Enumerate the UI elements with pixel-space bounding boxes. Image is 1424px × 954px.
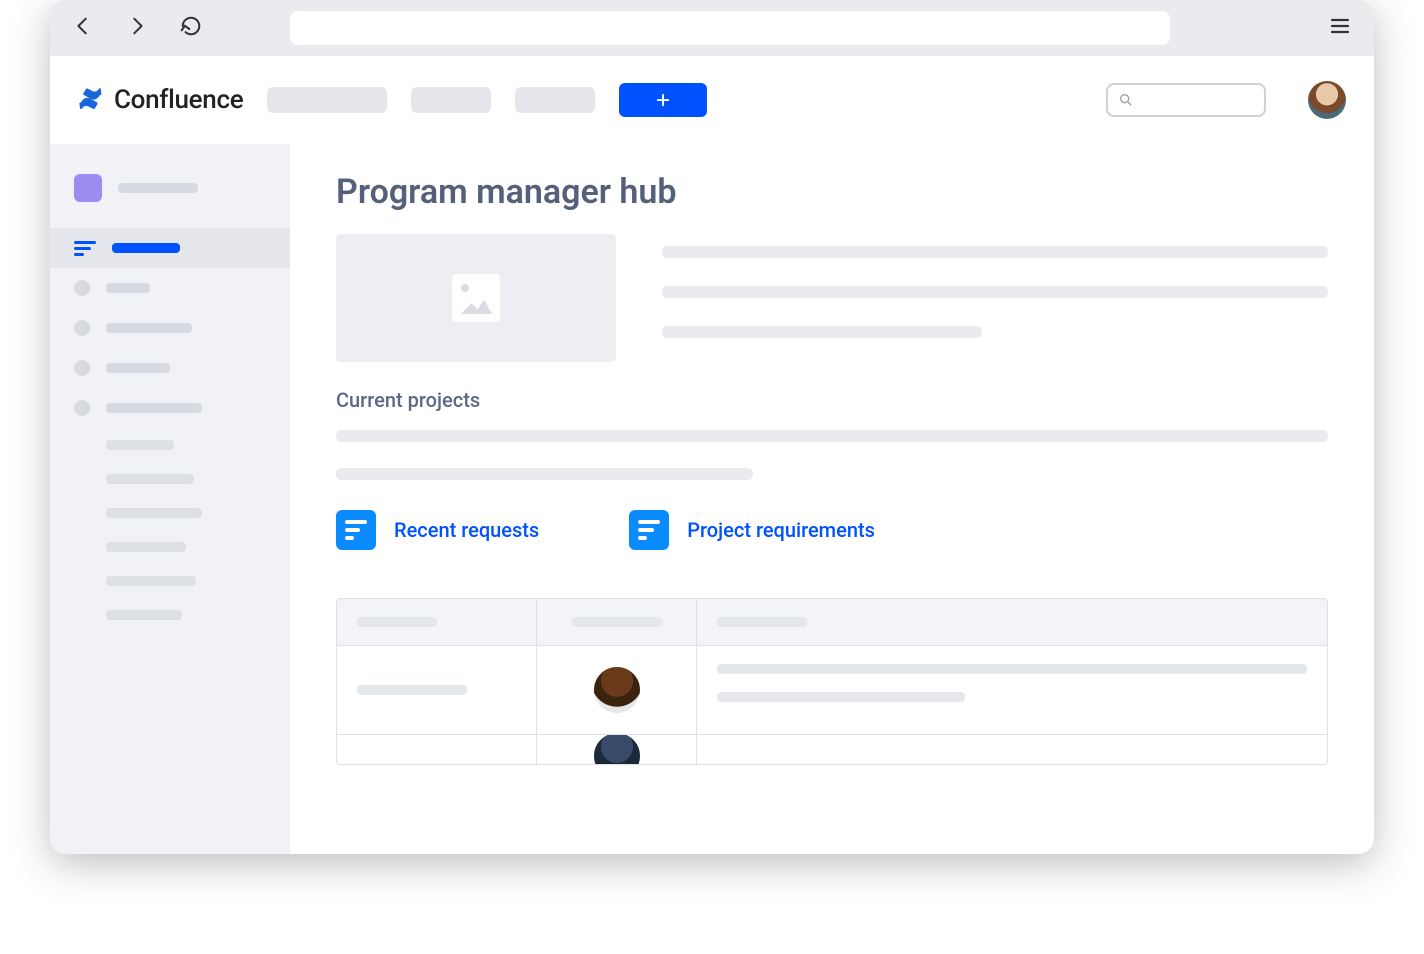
link-label: Project requirements (687, 518, 875, 542)
sidebar (50, 144, 290, 854)
app-body: Program manager hub Current projects (50, 144, 1374, 854)
quick-links: Recent requests Project requirements (336, 510, 1328, 550)
sidebar-label-placeholder (112, 243, 180, 253)
sidebar-label-placeholder (106, 323, 192, 333)
table-header-cell (337, 599, 537, 645)
link-project-requirements[interactable]: Project requirements (629, 510, 875, 550)
owner-avatar[interactable] (591, 664, 643, 716)
bullet-icon (74, 360, 90, 376)
main-content: Program manager hub Current projects (290, 144, 1374, 854)
table-header-cell (537, 599, 697, 645)
sidebar-space-header[interactable] (50, 168, 290, 208)
browser-chrome (50, 0, 1374, 56)
browser-menu-icon[interactable] (1328, 14, 1352, 42)
create-button[interactable] (619, 83, 707, 117)
sidebar-item[interactable] (50, 308, 290, 348)
text-placeholder (662, 286, 1328, 298)
sidebar-label-placeholder (106, 403, 202, 413)
document-icon (336, 510, 376, 550)
sidebar-label-placeholder (106, 283, 150, 293)
table-cell-owner (537, 646, 697, 734)
nav-item-placeholder[interactable] (515, 87, 595, 113)
owner-avatar[interactable] (591, 734, 643, 764)
sidebar-subitem[interactable] (50, 496, 290, 530)
sidebar-item[interactable] (50, 268, 290, 308)
sidebar-label-placeholder (106, 363, 170, 373)
text-placeholder (336, 430, 1328, 442)
table-row[interactable] (337, 645, 1327, 734)
link-recent-requests[interactable]: Recent requests (336, 510, 539, 550)
app-header: Confluence (50, 56, 1374, 144)
document-icon (629, 510, 669, 550)
text-placeholder (662, 246, 1328, 258)
sidebar-item[interactable] (50, 388, 290, 428)
sidebar-subitem[interactable] (50, 428, 290, 462)
browser-nav-buttons (72, 15, 202, 41)
forward-icon[interactable] (126, 15, 148, 41)
reload-icon[interactable] (180, 15, 202, 41)
table-cell (337, 735, 537, 764)
user-avatar[interactable] (1308, 81, 1346, 119)
image-icon (452, 274, 500, 322)
nav-item-placeholder[interactable] (411, 87, 491, 113)
brand[interactable]: Confluence (78, 85, 243, 115)
back-icon[interactable] (72, 15, 94, 41)
search-input[interactable] (1106, 83, 1266, 117)
sidebar-item-active[interactable] (50, 228, 290, 268)
space-icon (74, 174, 102, 202)
nav-item-placeholder[interactable] (267, 87, 387, 113)
page-title: Program manager hub (336, 172, 1328, 212)
section-title-current-projects: Current projects (336, 388, 1328, 412)
confluence-logo-icon (78, 87, 104, 113)
projects-table (336, 598, 1328, 765)
brand-name: Confluence (114, 85, 243, 115)
hero-block (336, 234, 1328, 362)
bullet-icon (74, 280, 90, 296)
table-header-cell (697, 599, 1327, 645)
text-placeholder (662, 326, 982, 338)
page-tree-icon (74, 241, 96, 256)
table-cell (697, 735, 1327, 764)
sidebar-subitem[interactable] (50, 462, 290, 496)
table-cell (337, 646, 537, 734)
table-row[interactable] (337, 734, 1327, 764)
sidebar-subitem[interactable] (50, 564, 290, 598)
sidebar-subitem[interactable] (50, 530, 290, 564)
app-window: Confluence (50, 0, 1374, 854)
table-cell-owner (537, 735, 697, 764)
link-label: Recent requests (394, 518, 539, 542)
hero-image-placeholder (336, 234, 616, 362)
sidebar-subitem[interactable] (50, 598, 290, 632)
plus-icon (654, 91, 672, 109)
project-text-placeholder (336, 430, 1328, 480)
search-icon (1118, 92, 1134, 108)
bullet-icon (74, 320, 90, 336)
sidebar-label-placeholder (118, 183, 198, 193)
text-placeholder (336, 468, 753, 480)
bullet-icon (74, 400, 90, 416)
table-header-row (337, 599, 1327, 645)
sidebar-item[interactable] (50, 348, 290, 388)
table-cell (697, 646, 1327, 734)
url-bar[interactable] (290, 11, 1170, 45)
hero-text-placeholder (662, 234, 1328, 362)
